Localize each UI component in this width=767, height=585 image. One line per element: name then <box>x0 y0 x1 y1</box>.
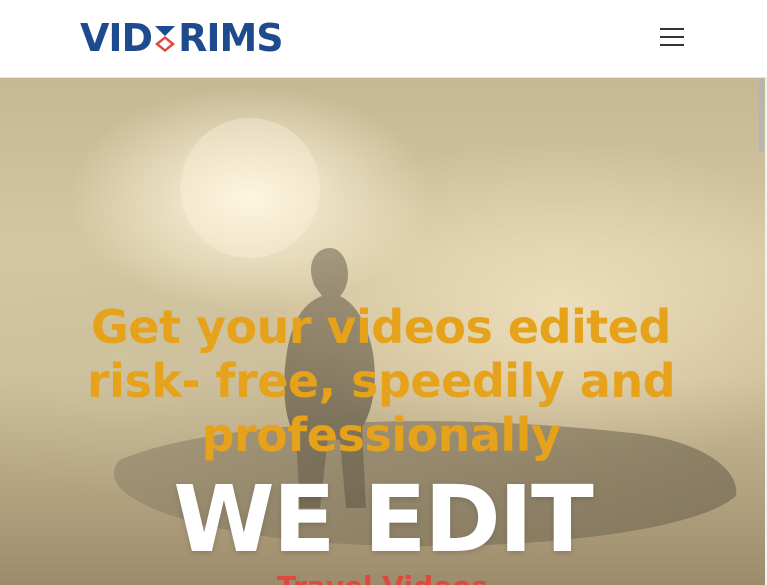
hamburger-menu-icon[interactable] <box>660 28 684 46</box>
hero-subline: Travel Videos <box>0 572 765 585</box>
hero-headline: Get your videos edited risk- free, speed… <box>87 300 676 462</box>
hero-banner: Get your videos edited risk- free, speed… <box>0 78 765 585</box>
hero-tagline: WE EDIT <box>173 466 594 573</box>
vidtrims-logo[interactable]: VID RIMS <box>80 16 284 60</box>
logo-text-right: RIMS <box>178 16 284 60</box>
logo-text-left: VID <box>80 16 153 60</box>
site-header: VID RIMS <box>0 0 767 78</box>
logo-t-mark-icon <box>153 22 177 54</box>
